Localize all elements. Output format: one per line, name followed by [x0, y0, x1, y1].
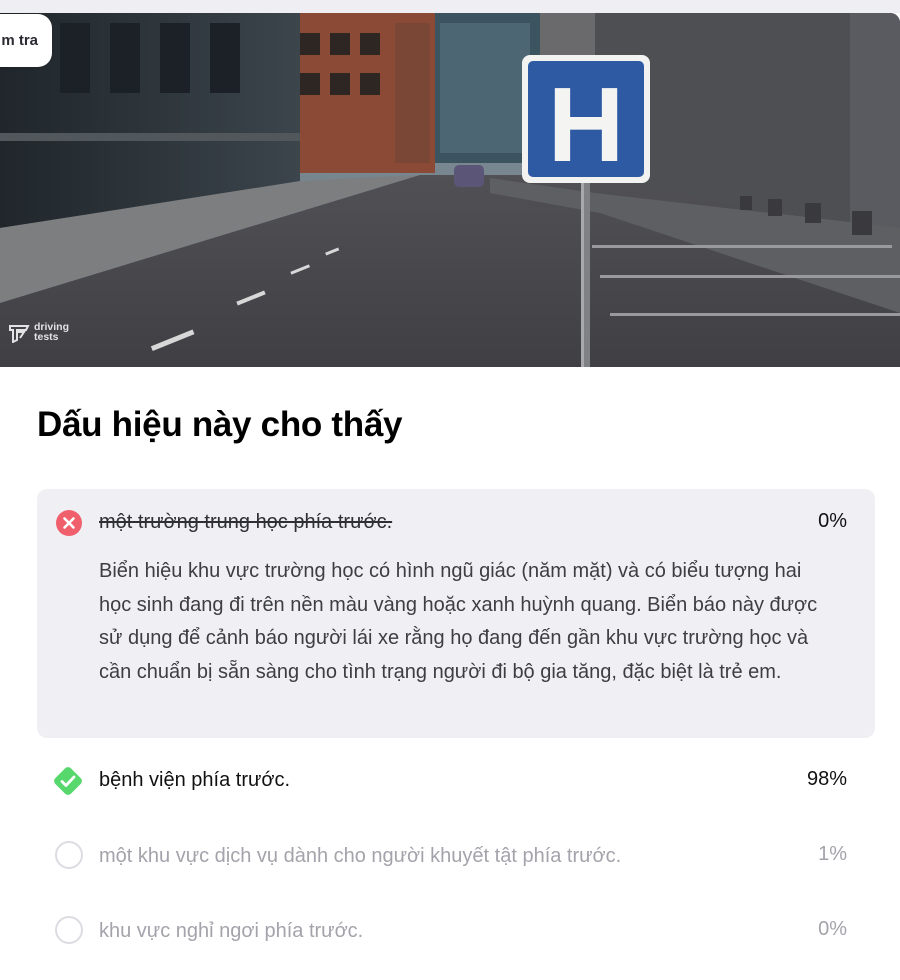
answer-option-4[interactable]: khu vực nghỉ ngơi phía trước. 0% — [37, 910, 875, 950]
question-image: H — [0, 13, 900, 367]
street-scene-illustration: H — [0, 13, 900, 367]
watermark-text: driving tests — [34, 321, 70, 343]
quiz-page: H m tra driving tests Dấu hiệu này cho t… — [0, 0, 900, 980]
driving-tests-logo-icon — [9, 325, 30, 343]
check-diamond-icon — [54, 767, 82, 795]
watermark-logo: driving tests — [8, 321, 69, 343]
answer-option-4-text: khu vực nghỉ ngơi phía trước. — [99, 920, 364, 942]
answer-option-1-percent: 0% — [818, 510, 847, 532]
answer-option-2[interactable]: bệnh viện phía trước. 98% — [37, 760, 875, 800]
answer-option-1[interactable]: một trường trung học phía trước. 0% Biển… — [37, 489, 875, 738]
top-strip — [0, 0, 900, 13]
radio-empty-icon — [55, 916, 83, 944]
radio-empty-icon — [55, 841, 83, 869]
answer-option-3-percent: 1% — [818, 843, 847, 865]
answer-option-2-text: bệnh viện phía trước. — [99, 769, 291, 791]
answer-option-3[interactable]: một khu vực dịch vụ dành cho người khuyế… — [37, 835, 875, 875]
answer-option-1-text: một trường trung học phía trước. — [99, 511, 393, 533]
sign-letter: H — [548, 66, 625, 184]
answer-option-4-percent: 0% — [818, 918, 847, 940]
answer-option-2-percent: 98% — [806, 768, 847, 790]
answer-option-3-text: một khu vực dịch vụ dành cho người khuyế… — [99, 845, 622, 867]
back-button-label: m tra — [1, 32, 38, 49]
back-button[interactable]: m tra — [0, 14, 52, 67]
x-circle-icon — [56, 510, 82, 536]
question-title: Dấu hiệu này cho thấy — [37, 405, 403, 444]
answer-explanation: Biển hiệu khu vực trường học có hình ngũ… — [99, 560, 818, 683]
